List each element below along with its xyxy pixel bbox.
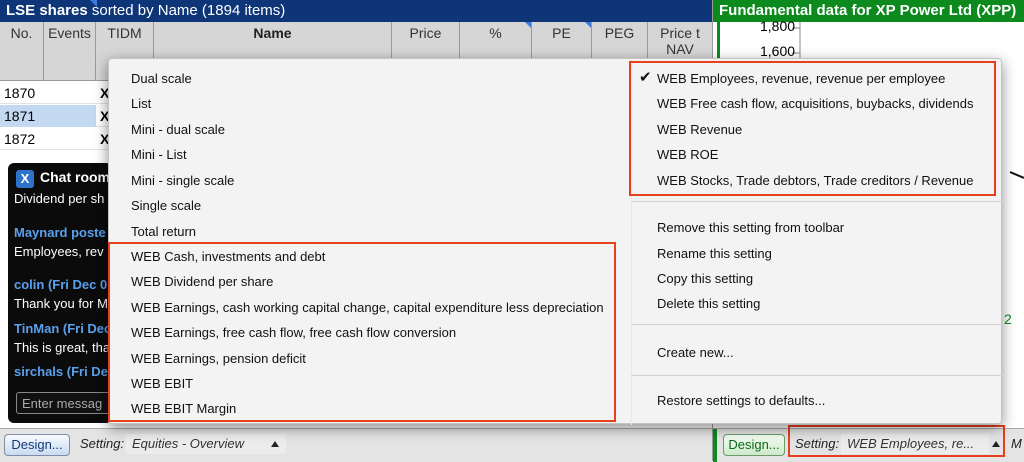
left-toolbar: Design... Setting: Equities - Overview	[0, 428, 712, 462]
setting-select-value: Equities - Overview	[132, 436, 244, 451]
menu-item-web-free-cash-flow[interactable]: WEB Free cash flow, acquisitions, buybac…	[657, 96, 973, 112]
menu-item-web-revenue[interactable]: WEB Revenue	[657, 122, 742, 138]
chat-message-text: This is great, tha	[14, 340, 111, 355]
chat-message-text: Thank you for M	[14, 296, 108, 311]
menu-item-web-stocks[interactable]: WEB Stocks, Trade debtors, Trade credito…	[657, 173, 973, 189]
menu-item-web-ebit-margin[interactable]: WEB EBIT Margin	[131, 401, 236, 417]
setting-dropdown-icon[interactable]	[271, 441, 279, 447]
chat-room-title: Chat room	[40, 169, 110, 185]
menu-item-web-ebit[interactable]: WEB EBIT	[131, 376, 193, 392]
chat-close-button[interactable]: X	[16, 170, 34, 188]
menu-item-restore-defaults[interactable]: Restore settings to defaults...	[657, 393, 825, 409]
row-number: 1872	[4, 131, 36, 147]
row-events	[44, 105, 96, 127]
share-list-title: LSE shares sorted by Name (1894 items)	[0, 0, 712, 22]
row-events	[44, 82, 96, 104]
settings-menu: Dual scale List Mini - dual scale Mini -…	[108, 58, 1003, 425]
share-list-title-rest: sorted by Name (1894 items)	[87, 2, 286, 19]
setting-label: Setting:	[80, 436, 125, 451]
chart-partial-label: 2	[1004, 311, 1012, 327]
right-toolbar: Design... Setting: WEB Employees, re... …	[713, 428, 1024, 462]
chart-series-line	[1009, 171, 1024, 179]
menu-item-dual-scale[interactable]: Dual scale	[131, 71, 192, 87]
chat-message-text: Dividend per sh	[14, 191, 105, 206]
menu-separator	[631, 375, 1003, 376]
menu-item-mini-list[interactable]: Mini - List	[131, 147, 187, 163]
menu-item-rename-setting[interactable]: Rename this setting	[657, 246, 772, 262]
pane-edge	[713, 429, 717, 462]
chart-y-tick-label: 1,600	[760, 43, 796, 59]
chat-message-user[interactable]: Maynard poste	[14, 225, 112, 240]
menu-separator	[631, 201, 1003, 202]
menu-item-create-new[interactable]: Create new...	[657, 345, 734, 361]
row-number: 1871	[0, 105, 44, 127]
menu-item-web-earnings-pension[interactable]: WEB Earnings, pension deficit	[131, 351, 306, 367]
column-header-no[interactable]: No.	[0, 22, 44, 80]
chart-y-tick-label: 1,800	[760, 18, 796, 34]
menu-item-single-scale[interactable]: Single scale	[131, 198, 201, 214]
design-button[interactable]: Design...	[723, 434, 785, 456]
chat-message-input[interactable]: Enter messag	[16, 392, 112, 414]
column-header-events[interactable]: Events	[44, 22, 96, 80]
setting-select[interactable]: WEB Employees, re...	[841, 434, 989, 454]
setting-dropdown-icon[interactable]	[992, 441, 1000, 447]
checkmark-icon: ✔	[639, 69, 652, 86]
row-events	[44, 128, 96, 150]
chat-message-user[interactable]: colin (Fri Dec 0	[14, 277, 112, 292]
column-header-pe-label: PE	[552, 25, 571, 41]
chat-room-panel: X Chat room Dividend per sh Maynard post…	[8, 163, 112, 423]
title-corner-marker	[90, 0, 97, 7]
menu-item-web-cash[interactable]: WEB Cash, investments and debt	[131, 249, 325, 265]
design-button[interactable]: Design...	[4, 434, 70, 456]
setting-select-value: WEB Employees, re...	[847, 436, 975, 451]
chat-message-user[interactable]: TinMan (Fri Dec	[14, 321, 112, 336]
menu-column-divider	[631, 59, 632, 425]
row-number: 1870	[4, 85, 36, 101]
menu-item-web-employees[interactable]: WEB Employees, revenue, revenue per empl…	[657, 71, 945, 87]
menu-item-web-earnings-capex[interactable]: WEB Earnings, cash working capital chang…	[131, 300, 604, 316]
setting-label: Setting:	[795, 436, 840, 451]
menu-item-mini-single-scale[interactable]: Mini - single scale	[131, 173, 234, 189]
menu-item-copy-setting[interactable]: Copy this setting	[657, 271, 753, 287]
chat-message-text: Employees, rev	[14, 244, 104, 259]
share-list-title-bold: LSE shares	[6, 2, 88, 19]
menu-item-total-return[interactable]: Total return	[131, 224, 196, 240]
menu-item-web-roe[interactable]: WEB ROE	[657, 147, 718, 163]
sort-marker-icon	[585, 22, 591, 28]
setting-select[interactable]: Equities - Overview	[126, 434, 286, 454]
toolbar-overflow-label: M	[1011, 436, 1022, 451]
sort-marker-icon	[525, 22, 531, 28]
menu-item-web-dividend[interactable]: WEB Dividend per share	[131, 274, 273, 290]
column-header-percent-label: %	[489, 25, 502, 41]
menu-separator	[631, 324, 1003, 325]
chat-message-user[interactable]: sirchals (Fri De	[14, 364, 112, 379]
menu-item-web-earnings-fcf[interactable]: WEB Earnings, free cash flow, free cash …	[131, 325, 456, 341]
menu-item-mini-dual-scale[interactable]: Mini - dual scale	[131, 122, 225, 138]
menu-item-remove-setting[interactable]: Remove this setting from toolbar	[657, 220, 844, 236]
menu-item-delete-setting[interactable]: Delete this setting	[657, 296, 760, 312]
menu-item-list[interactable]: List	[131, 96, 151, 112]
